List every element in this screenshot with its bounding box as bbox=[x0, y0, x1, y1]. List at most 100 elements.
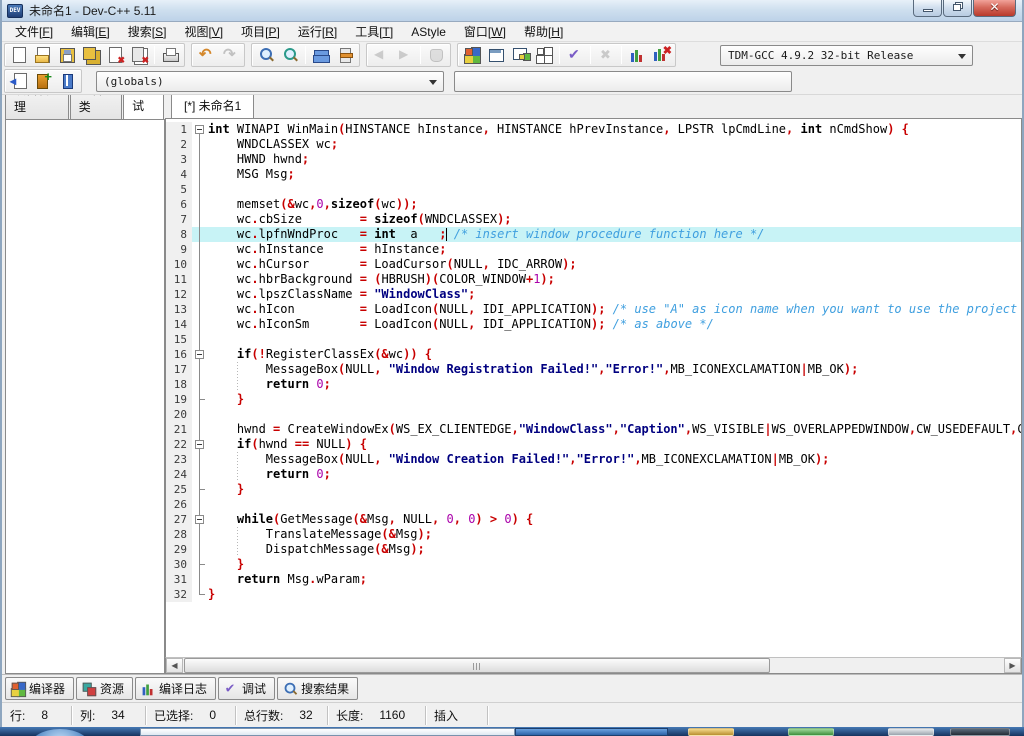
editor-tab-unnamed1[interactable]: [*] 未命名1 bbox=[171, 95, 254, 118]
menu-item[interactable]: 帮助[H] bbox=[515, 21, 572, 42]
taskbar-item[interactable] bbox=[950, 728, 1010, 736]
title-bar[interactable]: DEV 未命名1 - Dev-C++ 5.11 ✕ bbox=[2, 0, 1022, 22]
left-tab-项目管理[interactable]: 项目管理 bbox=[5, 95, 69, 119]
save-all-button[interactable] bbox=[79, 44, 103, 66]
restore-button[interactable] bbox=[943, 0, 972, 17]
goto-line-button[interactable] bbox=[309, 44, 333, 66]
code-line: 29 DispatchMessage(&Msg); bbox=[166, 542, 1021, 557]
menu-item[interactable]: 工具[T] bbox=[346, 21, 402, 42]
code-text: wc.lpfnWndProc = int a ; /* insert windo… bbox=[208, 227, 1021, 242]
replace-button[interactable] bbox=[278, 44, 302, 66]
horizontal-scrollbar[interactable]: ◀ ▶ bbox=[165, 657, 1022, 674]
line-number: 4 bbox=[166, 167, 192, 182]
start-orb-icon[interactable] bbox=[28, 729, 92, 736]
menu-item[interactable]: AStyle bbox=[402, 23, 455, 41]
bottom-tab-编译器[interactable]: 编译器 bbox=[5, 677, 74, 700]
goto-declaration-button[interactable] bbox=[7, 70, 31, 92]
code-line: 11 wc.hbrBackground = (HBRUSH)(COLOR_WIN… bbox=[166, 272, 1021, 287]
left-tab-查看类[interactable]: 查看类 bbox=[70, 95, 122, 119]
left-panel-body[interactable] bbox=[5, 119, 165, 674]
fold-line bbox=[192, 452, 208, 467]
open-file-button[interactable] bbox=[31, 44, 55, 66]
new-file-button[interactable] bbox=[7, 44, 31, 66]
incremental-search-button[interactable] bbox=[333, 44, 357, 66]
code-line: 20 bbox=[166, 407, 1021, 422]
left-tab-调试[interactable]: 调试 bbox=[123, 95, 164, 119]
line-number: 25 bbox=[166, 482, 192, 497]
code-line: 5 bbox=[166, 182, 1021, 197]
taskbar-item[interactable] bbox=[140, 728, 515, 736]
back-button[interactable] bbox=[369, 44, 393, 66]
close-file-button[interactable] bbox=[103, 44, 127, 66]
line-number: 14 bbox=[166, 317, 192, 332]
profile-button[interactable] bbox=[625, 44, 649, 66]
taskbar-item[interactable] bbox=[688, 728, 734, 736]
compile-run-button[interactable] bbox=[508, 44, 532, 66]
bottom-tab-搜索结果[interactable]: 搜索结果 bbox=[277, 677, 358, 700]
menu-item[interactable]: 窗口[W] bbox=[455, 21, 515, 42]
find-button[interactable] bbox=[254, 44, 278, 66]
fold-line bbox=[192, 257, 208, 272]
compiler-select[interactable]: TDM-GCC 4.9.2 32-bit Release bbox=[720, 45, 973, 66]
globals-select[interactable]: (globals) bbox=[96, 71, 444, 92]
bottom-tab-资源[interactable]: 资源 bbox=[76, 677, 133, 700]
close-all-icon bbox=[130, 46, 148, 64]
run-button[interactable] bbox=[484, 44, 508, 66]
minimize-button[interactable] bbox=[913, 0, 942, 17]
close-button[interactable]: ✕ bbox=[973, 0, 1016, 17]
code-line: 8 wc.lpfnWndProc = int a ; /* insert win… bbox=[166, 227, 1021, 242]
code-editor[interactable]: 1int WINAPI WinMain(HINSTANCE hInstance,… bbox=[165, 118, 1022, 657]
redo-button[interactable] bbox=[218, 44, 242, 66]
menu-item[interactable]: 运行[R] bbox=[289, 21, 346, 42]
abort-compile-button[interactable] bbox=[594, 44, 618, 66]
taskbar-item[interactable] bbox=[515, 728, 668, 736]
status-value: 32 bbox=[299, 708, 312, 722]
fold-line bbox=[192, 182, 208, 197]
menu-item[interactable]: 项目[P] bbox=[232, 21, 289, 42]
windows-taskbar[interactable] bbox=[0, 727, 1024, 736]
main-toolbar: TDM-GCC 4.9.2 32-bit Release bbox=[2, 42, 1022, 68]
rebuild-all-button[interactable] bbox=[532, 44, 556, 66]
print-button[interactable] bbox=[158, 44, 182, 66]
fold-line bbox=[192, 197, 208, 212]
menu-item[interactable]: 搜索[S] bbox=[119, 21, 176, 42]
syntax-check-button[interactable] bbox=[563, 44, 587, 66]
fold-line bbox=[192, 287, 208, 302]
compiler-select-value: TDM-GCC 4.9.2 32-bit Release bbox=[728, 49, 913, 62]
fold-line bbox=[192, 542, 208, 557]
new-unit-button[interactable] bbox=[31, 70, 55, 92]
save-button[interactable] bbox=[55, 44, 79, 66]
fold-line bbox=[192, 482, 208, 497]
bottom-tab-编译日志[interactable]: 编译日志 bbox=[135, 677, 216, 700]
fold-marker-icon[interactable] bbox=[192, 347, 208, 362]
delete-profiling-button[interactable] bbox=[649, 44, 673, 66]
fold-marker-icon[interactable] bbox=[192, 122, 208, 137]
status-segment: 已选择:0 bbox=[146, 706, 236, 725]
menu-item[interactable]: 文件[F] bbox=[6, 21, 62, 42]
close-all-button[interactable] bbox=[127, 44, 151, 66]
menu-item[interactable]: 视图[V] bbox=[175, 21, 232, 42]
forward-button[interactable] bbox=[393, 44, 417, 66]
fold-line bbox=[192, 137, 208, 152]
taskbar-item[interactable] bbox=[888, 728, 934, 736]
status-bar: 行:8列:34已选择:0总行数:32长度:1160插入 bbox=[2, 702, 1022, 727]
scroll-right-arrow-icon[interactable]: ▶ bbox=[1004, 658, 1021, 673]
insert-button[interactable] bbox=[55, 70, 79, 92]
bottom-tab-调试[interactable]: 调试 bbox=[218, 677, 275, 700]
rebuild-all-icon bbox=[535, 46, 553, 64]
fold-marker-icon[interactable] bbox=[192, 437, 208, 452]
members-select[interactable] bbox=[454, 71, 792, 92]
fold-line bbox=[192, 272, 208, 287]
compile-button[interactable] bbox=[460, 44, 484, 66]
status-segment: 行:8 bbox=[2, 706, 72, 725]
line-number: 30 bbox=[166, 557, 192, 572]
menu-item[interactable]: 编辑[E] bbox=[62, 21, 119, 42]
undo-button[interactable] bbox=[194, 44, 218, 66]
fold-line bbox=[192, 302, 208, 317]
debug-stop-button[interactable] bbox=[424, 44, 448, 66]
scrollbar-thumb[interactable] bbox=[184, 658, 770, 673]
scroll-left-arrow-icon[interactable]: ◀ bbox=[166, 658, 183, 673]
fold-line bbox=[192, 527, 208, 542]
taskbar-item[interactable] bbox=[788, 728, 834, 736]
fold-marker-icon[interactable] bbox=[192, 512, 208, 527]
